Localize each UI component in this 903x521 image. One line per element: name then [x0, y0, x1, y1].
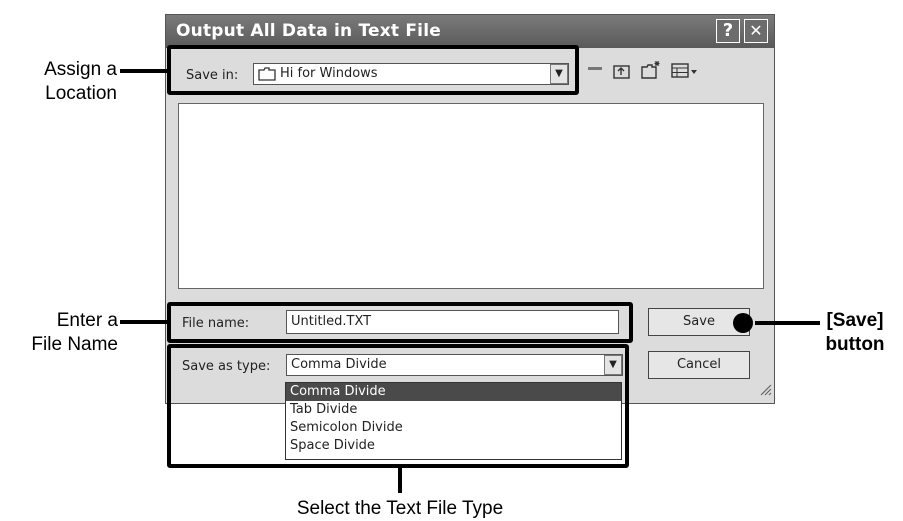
highlight-save-as-type	[167, 344, 629, 468]
annotation-save-button: [Save] button	[825, 310, 885, 355]
close-button[interactable]: ✕	[744, 19, 768, 43]
file-list[interactable]	[178, 103, 764, 289]
annotation-select-type: Select the Text File Type	[296, 498, 504, 519]
title-bar: Output All Data in Text File ? ✕	[166, 15, 774, 48]
connector-location	[120, 69, 168, 73]
help-button[interactable]: ?	[716, 19, 740, 43]
cancel-button[interactable]: Cancel	[648, 351, 750, 379]
annotation-assign-location: Assign a Location	[44, 59, 117, 104]
highlight-save-in	[167, 45, 579, 95]
connector-file-name	[120, 320, 168, 324]
up-folder-icon[interactable]	[612, 61, 632, 86]
highlight-file-name	[167, 302, 633, 343]
annotation-enter-file-name: Enter a File Name	[31, 310, 118, 355]
dialog-title: Output All Data in Text File	[176, 21, 441, 41]
resize-grip-icon[interactable]	[758, 382, 772, 401]
save-button-marker	[733, 313, 753, 333]
new-folder-icon[interactable]	[640, 59, 662, 86]
back-icon[interactable]	[588, 67, 602, 70]
connector-type	[398, 467, 402, 493]
connector-save-button	[755, 321, 820, 325]
view-menu-icon[interactable]	[671, 62, 699, 85]
